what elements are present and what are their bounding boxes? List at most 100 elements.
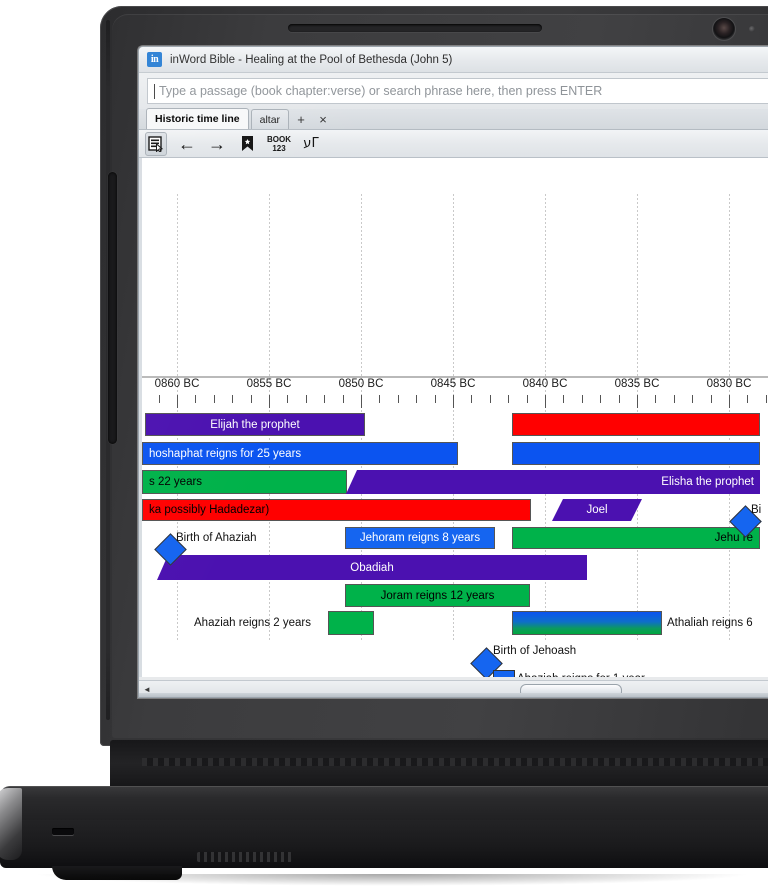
timeline-bar-label: Jehu re — [714, 532, 753, 544]
timeline-bar[interactable]: Obadiah — [157, 555, 587, 580]
axis-tick — [269, 395, 270, 408]
axis-tick — [747, 395, 749, 403]
axis-tick — [416, 395, 418, 403]
axis-tick-label: 0860 BC — [154, 378, 200, 390]
axis-tick-label: 0835 BC — [614, 378, 660, 390]
axis-tick — [453, 395, 454, 408]
forward-arrow-icon[interactable]: → — [207, 133, 227, 155]
timeline-bar[interactable]: hoshaphat reigns for 25 years — [142, 442, 458, 465]
axis-tick — [324, 395, 326, 403]
timeline-marker-label: Birth of Ahaziah — [176, 532, 257, 544]
new-tab-button[interactable]: + — [291, 110, 311, 129]
axis-tick — [158, 395, 160, 403]
axis-tick — [526, 395, 528, 403]
timeline-bar-label: Elijah the prophet — [210, 418, 300, 431]
axis-tick — [673, 395, 675, 403]
app-logo-icon: in — [147, 52, 162, 67]
axis-tick — [250, 395, 252, 403]
screenshot-stage: in inWord Bible - Healing at the Pool of… — [0, 0, 768, 891]
hebrew-greek-icon[interactable]: עΓ — [301, 133, 321, 155]
hebrew-greek-glyph: עΓ — [303, 136, 319, 151]
axis-tick — [692, 395, 694, 403]
axis-tick-label: 0850 BC — [338, 378, 384, 390]
back-arrow-glyph: ← — [178, 133, 196, 154]
timeline-bar[interactable]: Joel — [552, 499, 642, 521]
axis-tick — [581, 395, 583, 403]
tab-label: Historic time line — [155, 113, 240, 125]
axis-tick — [765, 395, 767, 403]
timeline-bar[interactable] — [512, 611, 662, 635]
axis-tick — [545, 395, 546, 408]
axis-tick-label: 0855 BC — [246, 378, 292, 390]
axis-tick — [471, 395, 473, 403]
timeline-bar[interactable] — [512, 413, 760, 436]
window-title: inWord Bible - Healing at the Pool of Be… — [170, 53, 453, 66]
numbers-label: 123 — [272, 143, 286, 153]
title-bar: in inWord Bible - Healing at the Pool of… — [139, 47, 768, 73]
list-select-icon[interactable] — [145, 131, 167, 156]
axis-tick — [305, 395, 307, 403]
timeline-viewport[interactable]: 0860 BC 0855 BC 0850 BC 0845 BC 0840 BC 0835 … — [142, 158, 768, 677]
tab-historic-time-line[interactable]: Historic time line — [146, 108, 249, 129]
bookmark-icon[interactable] — [237, 133, 257, 155]
axis-tick — [434, 395, 436, 403]
timeline-bar-label: Joel — [586, 504, 608, 516]
axis-tick — [489, 395, 491, 403]
axis-tick — [563, 395, 565, 403]
axis-tick — [287, 395, 289, 403]
search-input[interactable] — [156, 83, 768, 99]
axis-tick — [213, 395, 215, 403]
timeline-bar[interactable] — [512, 442, 760, 465]
bezel-speaker-grille — [288, 24, 542, 32]
laptop-hinge-slot — [108, 172, 117, 444]
timeline-bar[interactable] — [328, 611, 374, 635]
timeline-bar[interactable]: Elisha the prophet — [346, 470, 760, 494]
search-box[interactable] — [147, 78, 768, 104]
laptop-base — [0, 740, 768, 891]
timeline-bar[interactable]: s 22 years — [142, 470, 347, 494]
app-window: in inWord Bible - Healing at the Pool of… — [138, 46, 768, 698]
timeline-bar-label: Obadiah — [350, 561, 394, 574]
laptop-port-icon — [52, 828, 74, 835]
axis-tick — [710, 395, 712, 403]
timeline-content-area: 0860 BC 0855 BC 0850 BC 0845 BC 0840 BC 0835 … — [139, 158, 768, 677]
axis-tick — [508, 395, 510, 403]
book-label: BOOK — [267, 134, 291, 144]
axis-ticks-top — [142, 395, 768, 409]
toolbar: ← → BOOK 123 עΓ — [139, 130, 768, 158]
timeline-bar-outside-label: Athaliah reigns 6 — [667, 617, 753, 629]
book-numbers-icon[interactable]: BOOK 123 — [267, 133, 291, 155]
axis-tick — [397, 395, 399, 403]
laptop-base-front — [0, 820, 768, 868]
timeline-bar[interactable]: ka possibly Hadadezar) — [142, 499, 531, 521]
axis-tick-label: 0830 BC — [706, 378, 752, 390]
timeline-bar-label: Jehoram reigns 8 years — [359, 532, 481, 544]
axis-tick — [361, 395, 362, 408]
back-arrow-icon[interactable]: ← — [177, 133, 197, 155]
tab-altar[interactable]: altar — [250, 109, 290, 129]
tab-strip: Historic time line altar + × — [139, 108, 768, 130]
laptop-speaker-grille — [197, 852, 292, 862]
axis-tick — [379, 395, 381, 403]
axis-tick — [195, 395, 197, 403]
webcam-icon — [713, 18, 735, 40]
timeline-bar[interactable]: Jehu re — [512, 527, 760, 549]
axis-tick — [618, 395, 620, 403]
timeline-canvas: 0860 BC 0855 BC 0850 BC 0845 BC 0840 BC 0835 … — [142, 158, 768, 677]
timeline-square-marker[interactable] — [493, 670, 515, 677]
close-tab-button[interactable]: × — [313, 110, 333, 129]
axis-tick — [177, 395, 178, 408]
axis-tick-label: 0845 BC — [430, 378, 476, 390]
webcam-indicator-icon — [749, 26, 755, 32]
forward-arrow-glyph: → — [208, 133, 226, 154]
timeline-bar[interactable]: Jehoram reigns 8 years — [345, 527, 495, 549]
timeline-marker-label: Bi — [751, 504, 762, 516]
timeline-bar[interactable]: Elijah the prophet — [145, 413, 365, 436]
timeline-bar[interactable]: Joram reigns 12 years — [345, 584, 530, 607]
book-numbers-glyph: BOOK 123 — [267, 135, 291, 153]
timeline-bar-outside-label: Ahaziah reigns 2 years — [194, 617, 311, 629]
axis-tick — [655, 395, 657, 403]
timeline-bar-label: hoshaphat reigns for 25 years — [149, 447, 302, 460]
axis-tick-label: 0840 BC — [522, 378, 568, 390]
laptop-shadow — [32, 874, 752, 886]
